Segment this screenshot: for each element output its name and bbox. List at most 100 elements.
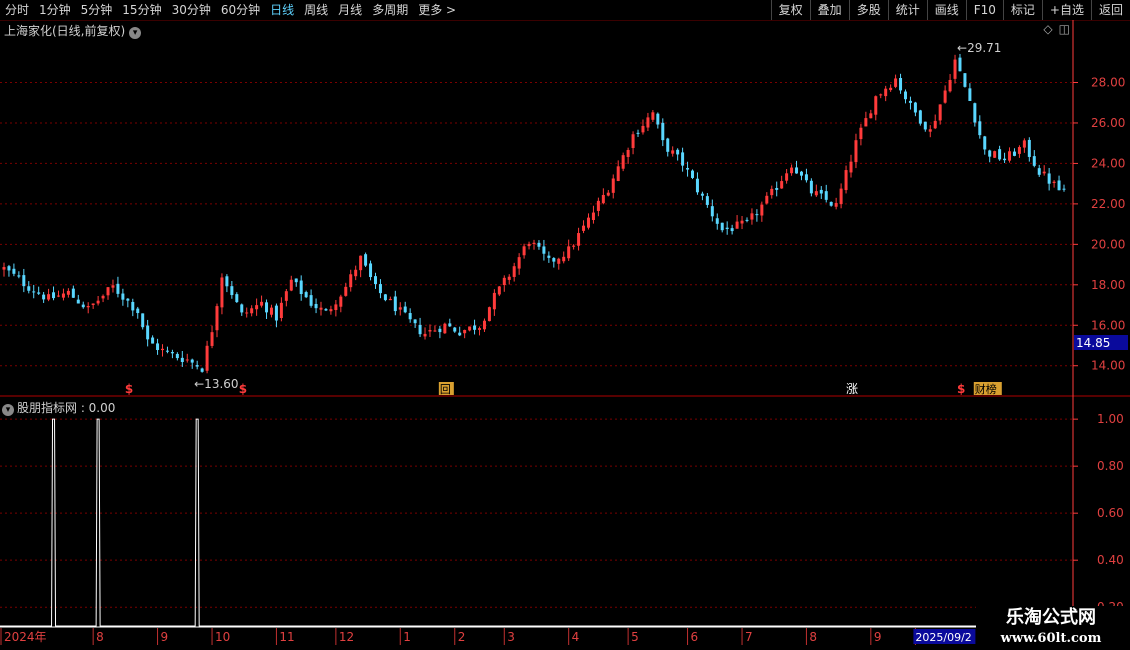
candle-body: [908, 100, 912, 103]
candle-body: [22, 275, 26, 287]
y-tick-label: 16.00: [1091, 318, 1125, 332]
diamond-icon[interactable]: ◇: [1043, 22, 1052, 36]
x-tick-label: 10: [215, 630, 230, 644]
candle-body: [903, 91, 907, 100]
watermark-url: www.60lt.com: [1000, 631, 1102, 646]
candle-body: [557, 258, 561, 264]
candle-body: [601, 194, 605, 204]
event-marker-box: [438, 382, 454, 395]
y-tick-label: 26.00: [1091, 116, 1125, 130]
candle-body: [884, 88, 888, 97]
candle-body: [42, 294, 46, 300]
action-button-4[interactable]: 画线: [926, 0, 966, 20]
action-button-1[interactable]: 叠加: [809, 0, 849, 20]
candle-body: [190, 359, 194, 363]
action-button-5[interactable]: F10: [965, 0, 1003, 20]
candle-body: [52, 292, 56, 299]
x-tick-label: 9: [874, 630, 882, 644]
candle-body: [146, 325, 150, 340]
candle-body: [968, 88, 972, 101]
period-tab-5[interactable]: 60分钟: [216, 0, 265, 20]
candle-body: [265, 302, 269, 313]
period-tab-7[interactable]: 周线: [299, 0, 333, 20]
indicator-title: ▾ 股朋指标网 : 0.00: [2, 399, 115, 416]
action-button-6[interactable]: 标记: [1002, 0, 1042, 20]
action-button-7[interactable]: +自选: [1041, 0, 1091, 20]
period-tab-6[interactable]: 日线: [265, 0, 299, 20]
candle-body: [517, 257, 521, 269]
candle-body: [874, 96, 878, 115]
candle-body: [12, 268, 16, 274]
action-button-3[interactable]: 统计: [887, 0, 927, 20]
period-tab-3[interactable]: 15分钟: [117, 0, 166, 20]
period-tab-4[interactable]: 30分钟: [167, 0, 216, 20]
candle-body: [616, 166, 620, 181]
candle-body: [378, 284, 382, 294]
candle-body: [240, 304, 244, 313]
candle-body: [780, 181, 784, 189]
candle-body: [651, 112, 655, 120]
top-toolbar: 分时 1分钟 5分钟 15分钟 30分钟 60分钟 日线 周线 月线 多周期 更多 > 复权 叠加 多股…: [0, 0, 1130, 21]
x-tick-label: 8: [809, 630, 817, 644]
candle-body: [1032, 156, 1036, 166]
indicator-line: [0, 418, 1073, 627]
candle-body: [854, 140, 858, 163]
candle-body: [918, 110, 922, 124]
candle-body: [71, 288, 75, 298]
y-tick-label: 0.40: [1097, 553, 1124, 567]
candle-body: [646, 117, 650, 128]
candle-body: [492, 292, 496, 310]
candle-body: [126, 298, 130, 301]
x-tick-label: 2: [458, 630, 466, 644]
candle-body: [626, 149, 630, 157]
period-tab-8[interactable]: 月线: [333, 0, 367, 20]
candle-body: [7, 266, 11, 271]
x-tick-label: 11: [279, 630, 294, 644]
candle-body: [938, 104, 942, 121]
event-marker: $: [125, 382, 133, 396]
candle-body: [314, 303, 318, 309]
candle-body: [86, 306, 90, 308]
candle-body: [562, 256, 566, 262]
candle-body: [408, 313, 412, 320]
window-icon[interactable]: ◫: [1059, 22, 1070, 36]
candle-body: [532, 242, 536, 244]
candle-body: [81, 304, 85, 308]
period-tab-1[interactable]: 1分钟: [34, 0, 76, 20]
period-tab-0[interactable]: 分时: [0, 0, 34, 20]
stock-chart[interactable]: 14.00 16.00 18.00 20.00 22.00 24.00 26.00 28.00…: [0, 0, 1130, 650]
action-bar: 复权 叠加 多股 统计 画线 F10 标记 +自选 返回: [770, 0, 1130, 20]
candle-body: [364, 254, 368, 266]
candle-body: [56, 295, 60, 297]
candle-body: [973, 103, 977, 123]
y-tick-label: 18.00: [1091, 278, 1125, 292]
x-tick-label: 2024年: [4, 630, 47, 644]
candle-body: [433, 330, 437, 332]
candle-body: [859, 127, 863, 140]
candle-body: [656, 113, 660, 125]
candle-body: [750, 213, 754, 220]
chevron-down-icon[interactable]: ▾: [2, 404, 14, 416]
y-tick-label: 24.00: [1091, 156, 1125, 170]
candle-body: [512, 266, 516, 277]
period-tab-10[interactable]: 更多 >: [413, 0, 461, 20]
action-button-0[interactable]: 复权: [770, 0, 810, 20]
candle-body: [814, 191, 818, 196]
candle-body: [354, 269, 358, 277]
candle-body: [230, 286, 234, 296]
candle-body: [170, 352, 174, 354]
candle-body: [180, 357, 184, 362]
action-button-8[interactable]: 返回: [1090, 0, 1130, 20]
candle-body: [175, 353, 179, 359]
candle-body: [691, 170, 695, 178]
candle-body: [2, 267, 6, 270]
candle-body: [1027, 139, 1031, 157]
candle-body: [344, 286, 348, 296]
candle-body: [522, 246, 526, 256]
action-button-2[interactable]: 多股: [848, 0, 888, 20]
candle-body: [47, 294, 51, 300]
chevron-down-icon[interactable]: ▾: [129, 27, 142, 39]
candle-body: [269, 307, 273, 315]
period-tab-9[interactable]: 多周期: [367, 0, 413, 20]
period-tab-2[interactable]: 5分钟: [76, 0, 118, 20]
